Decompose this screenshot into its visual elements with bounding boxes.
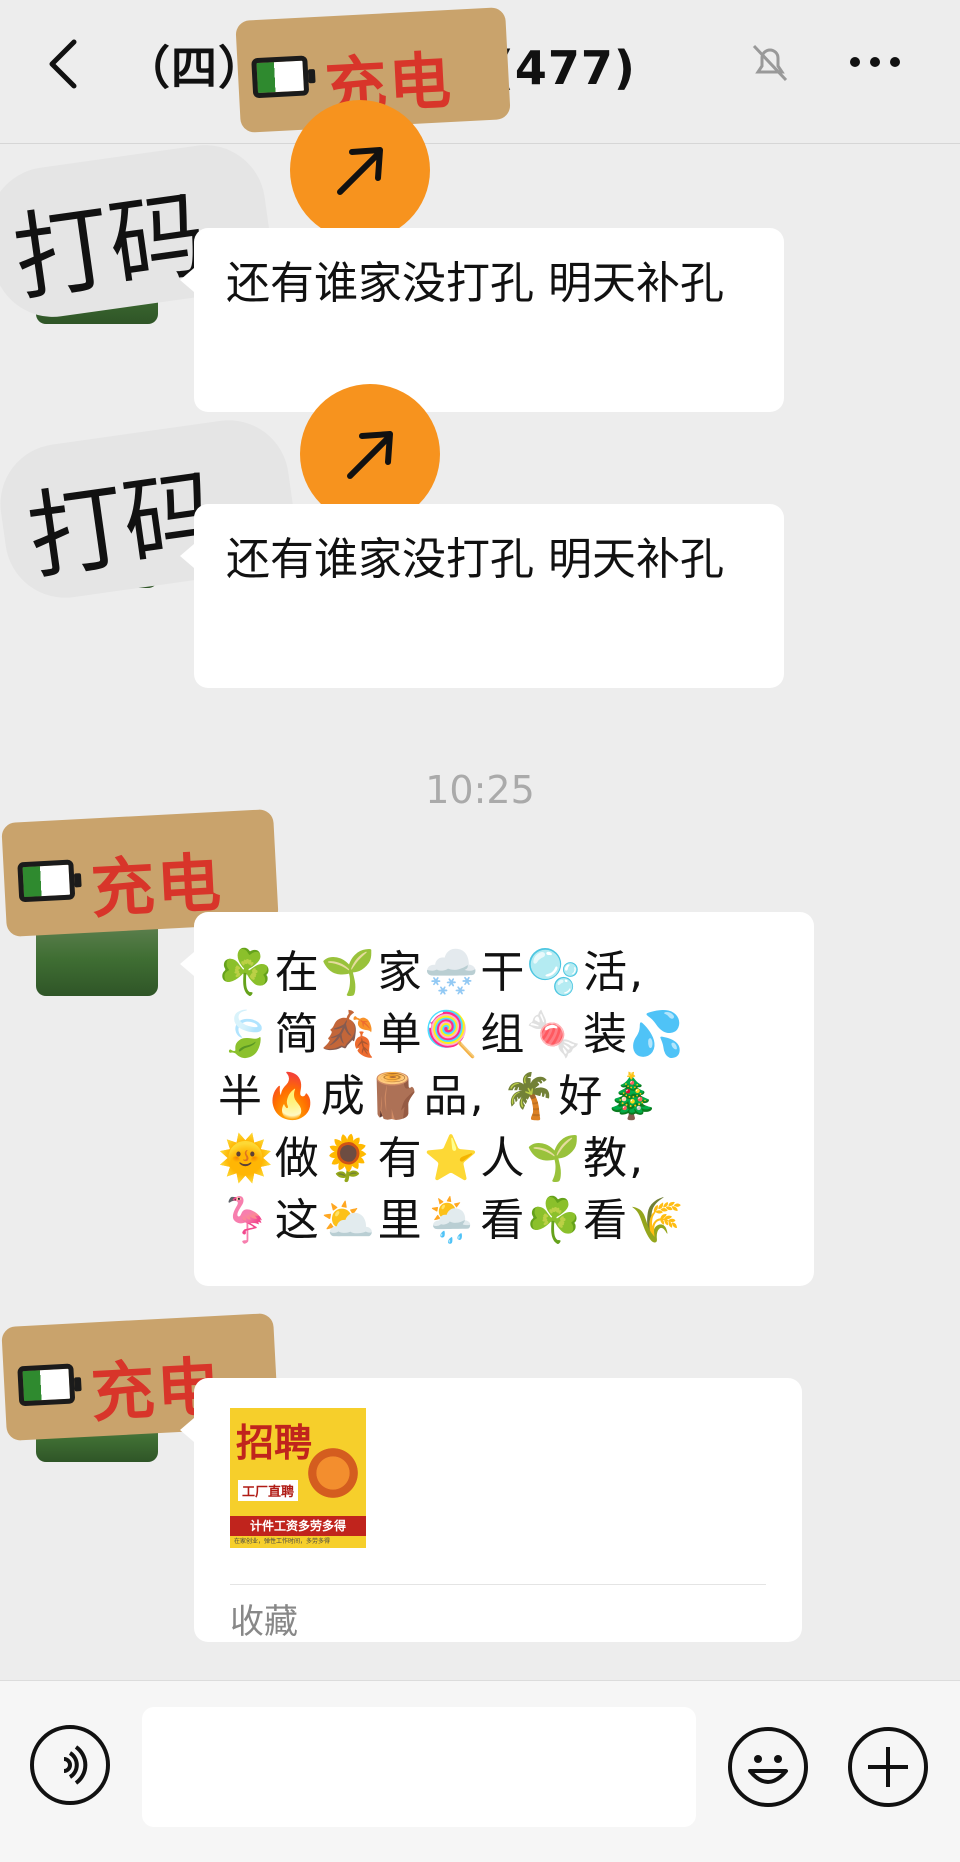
more-dots-icon[interactable] (846, 42, 904, 82)
voice-icon[interactable] (30, 1725, 110, 1805)
emoji-line: 🌞做🌻有⭐人🌱教, (218, 1133, 646, 1184)
emoji-message-bubble[interactable]: ☘️在🌱家🌨️干🫧活, 🍃简🍂单🍭组🍬装💦 半🔥成🪵品, 🌴好🎄 🌞做🌻有⭐人🌱… (180, 912, 814, 1286)
emoji-line: ☘️在🌱家🌨️干🫧活, (218, 947, 646, 998)
message-bubble[interactable]: 还有谁家没打孔 明天补孔 (180, 228, 784, 412)
recruitment-image[interactable]: 招聘 工厂直聘 计件工资多劳多得 在家创业，弹性工作时间，多劳多得 (230, 1408, 366, 1548)
emoji-line: 🍃简🍂单🍭组🍬装💦 (218, 1009, 686, 1060)
plus-icon[interactable] (848, 1727, 928, 1807)
emoji-line: 🦩这⛅里🌦️看☘️看🌾 (218, 1195, 686, 1246)
back-chevron-icon[interactable] (40, 28, 88, 100)
arrow-icon (290, 100, 430, 240)
message-input[interactable] (142, 1707, 696, 1827)
timestamp: 10:25 (425, 768, 535, 812)
arrow-icon (300, 384, 440, 524)
message-bubble[interactable]: 还有谁家没打孔 明天补孔 (180, 504, 784, 688)
card-divider (230, 1584, 766, 1585)
input-bar (0, 1680, 960, 1862)
smiley-icon[interactable] (728, 1727, 808, 1807)
message-text: 还有谁家没打孔 明天补孔 (226, 534, 724, 585)
emoji-line: 半🔥成🪵品, 🌴好🎄 (218, 1071, 662, 1122)
bell-off-icon (748, 40, 792, 84)
message-text: 还有谁家没打孔 明天补孔 (226, 258, 724, 309)
favorite-label: 收藏 (230, 1602, 298, 1642)
